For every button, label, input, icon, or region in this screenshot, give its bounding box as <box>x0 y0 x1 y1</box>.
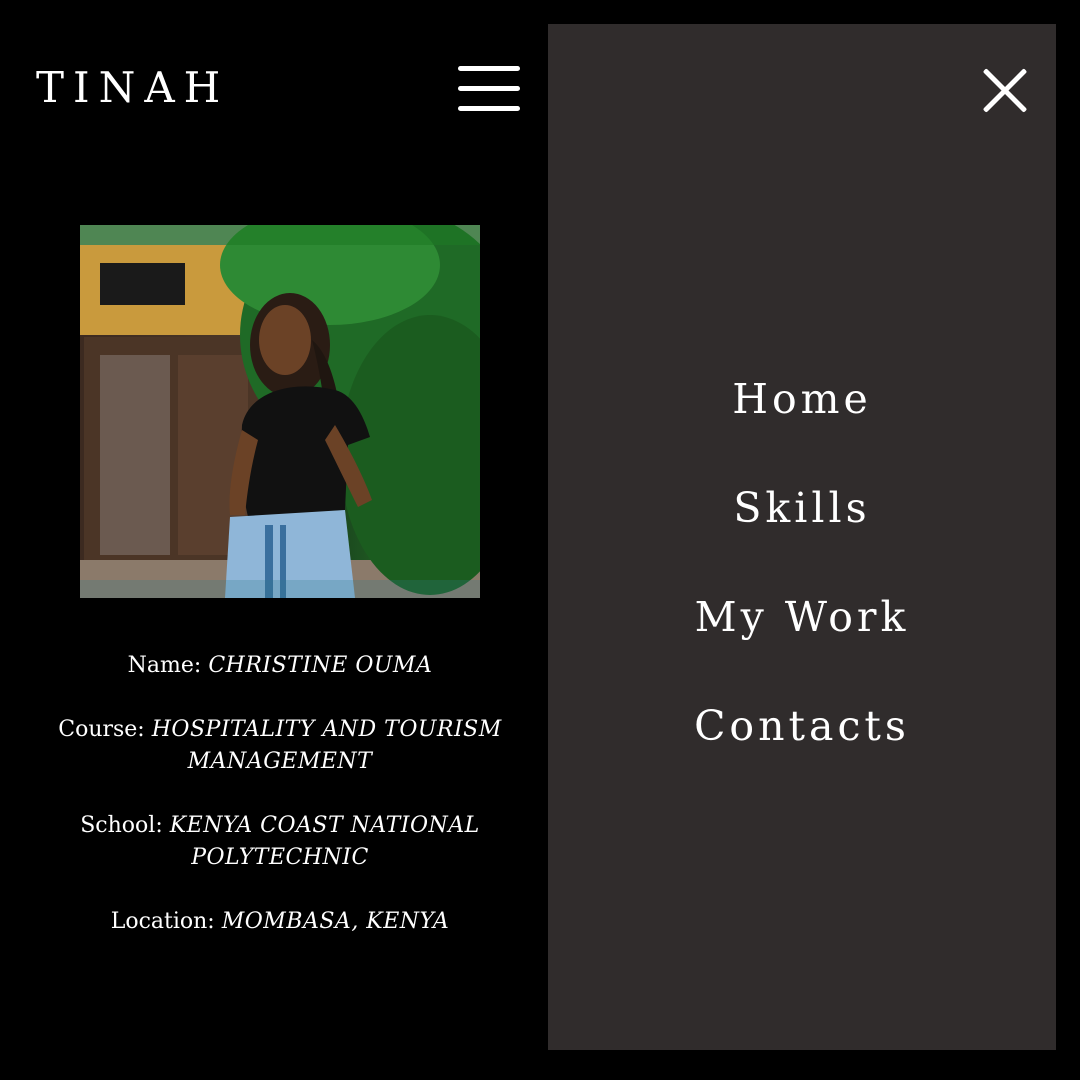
location-value: MOMBASA, KENYA <box>221 909 450 934</box>
close-icon[interactable] <box>982 68 1028 114</box>
profile-location: Location: MOMBASA, KENYA <box>20 906 540 938</box>
hamburger-bar <box>458 106 520 111</box>
school-label: School: <box>80 813 163 838</box>
nav-item-skills[interactable]: Skills <box>548 473 1056 582</box>
name-value: CHRISTINE OUMA <box>208 653 433 678</box>
name-label: Name: <box>127 653 202 678</box>
hamburger-bar <box>458 86 520 91</box>
profile-info: Name: CHRISTINE OUMA Course: HOSPITALITY… <box>20 650 540 970</box>
nav-menu: Home Skills My Work Contacts <box>548 364 1056 800</box>
hamburger-bar <box>458 66 520 71</box>
nav-item-contacts[interactable]: Contacts <box>548 691 1056 800</box>
profile-photo <box>80 225 480 598</box>
nav-drawer: Home Skills My Work Contacts <box>548 24 1056 1050</box>
course-value: HOSPITALITY AND TOURISM MANAGEMENT <box>151 717 502 774</box>
school-value: KENYA COAST NATIONAL POLYTECHNIC <box>169 813 480 870</box>
hamburger-menu-icon[interactable] <box>458 66 520 112</box>
nav-item-my-work[interactable]: My Work <box>548 582 1056 691</box>
profile-photo-illustration <box>80 225 480 598</box>
location-label: Location: <box>110 909 215 934</box>
profile-school: School: KENYA COAST NATIONAL POLYTECHNIC <box>20 810 540 874</box>
profile-course: Course: HOSPITALITY AND TOURISM MANAGEME… <box>20 714 540 778</box>
course-label: Course: <box>58 717 145 742</box>
nav-item-home[interactable]: Home <box>548 364 1056 473</box>
site-brand-title[interactable]: TINAH <box>36 62 229 114</box>
profile-name: Name: CHRISTINE OUMA <box>20 650 540 682</box>
